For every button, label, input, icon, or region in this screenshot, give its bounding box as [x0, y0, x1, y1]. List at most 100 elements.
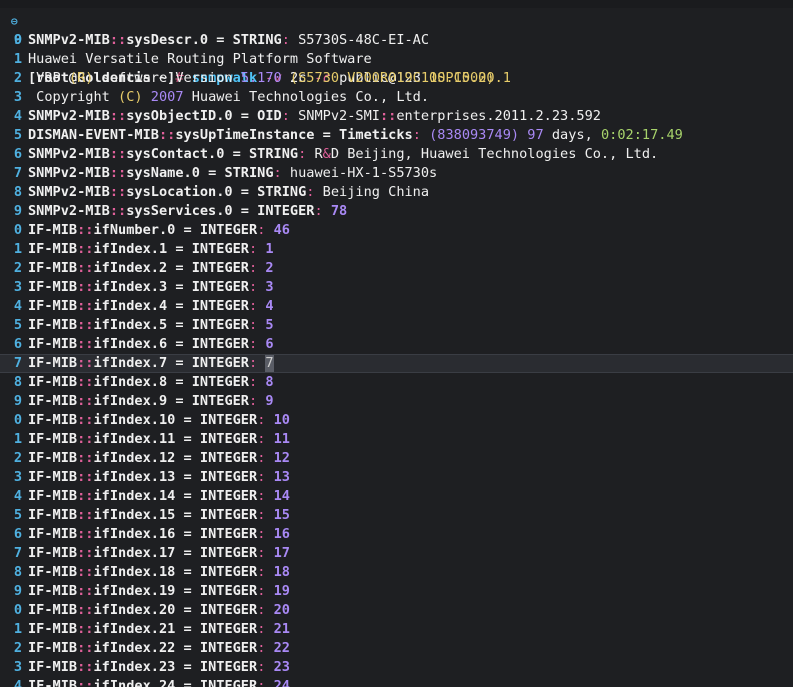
output-line: 9 SNMPv2-MIB::sysServices.0 = INTEGER: 78	[0, 202, 793, 221]
output-text: DISMAN-EVENT-MIB::sysUpTimeInstance = Ti…	[28, 126, 683, 145]
output-token: ::	[77, 336, 94, 352]
output-token: IF-MIB	[28, 412, 78, 428]
output-token: IF-MIB	[28, 583, 78, 599]
output-line: 6 IF-MIB::ifIndex.16 = INTEGER: 16	[0, 525, 793, 544]
output-token: 0:02:17.49	[600, 127, 683, 143]
output-token: =	[183, 450, 200, 466]
output-token: IF-MIB	[28, 393, 78, 409]
output-line: 6 IF-MIB::ifIndex.6 = INTEGER: 6	[0, 335, 793, 354]
output-token: ::	[77, 640, 94, 656]
output-token: 9	[265, 393, 274, 409]
output-token: INTEGER	[199, 412, 258, 428]
output-text: IF-MIB::ifIndex.11 = INTEGER: 11	[28, 430, 290, 449]
output-token: 11	[273, 431, 290, 447]
output-token: :	[412, 127, 430, 143]
output-token: ::	[77, 393, 94, 409]
output-token: :	[257, 507, 274, 523]
line-number: 7	[13, 545, 22, 561]
output-token: ifIndex.13	[93, 469, 184, 485]
output-token: IF-MIB	[28, 640, 78, 656]
output-token: 19	[273, 583, 290, 599]
output-token: =	[183, 526, 200, 542]
output-token: INTEGER	[199, 526, 258, 542]
output-token: (R)	[68, 70, 94, 86]
output-line: 0 IF-MIB::ifIndex.10 = INTEGER: 10	[0, 411, 793, 430]
output-token: :	[257, 659, 274, 675]
output-token: :	[257, 602, 274, 618]
line-number: 4	[13, 678, 22, 687]
output-token: ::	[109, 32, 127, 48]
output-token: =	[183, 659, 200, 675]
output-token: IF-MIB	[28, 241, 78, 257]
output-text: SNMPv2-MIB::sysName.0 = STRING: huawei-H…	[28, 164, 437, 183]
output-token: =	[208, 165, 225, 181]
output-token: =	[183, 488, 200, 504]
output-text: SNMPv2-MIB::sysObjectID.0 = OID: SNMPv2-…	[28, 107, 601, 126]
output-token: =	[183, 222, 200, 238]
output-token	[282, 70, 290, 86]
line-number: 6	[13, 526, 22, 542]
line-number: 4	[13, 108, 22, 124]
output-token: :	[257, 488, 274, 504]
output-text: SNMPv2-MIB::sysContact.0 = STRING: R&D B…	[28, 145, 658, 164]
output-token: :	[249, 317, 266, 333]
output-token: 16	[273, 526, 290, 542]
output-line: 7 SNMPv2-MIB::sysName.0 = STRING: huawei-…	[0, 164, 793, 183]
fold-icon[interactable]: ⊖	[11, 12, 18, 31]
output-token: INTEGER	[199, 583, 258, 599]
output-text: IF-MIB::ifIndex.12 = INTEGER: 12	[28, 449, 290, 468]
line-number: 8	[13, 184, 22, 200]
output-token: =	[175, 393, 192, 409]
output-line: 7 IF-MIB::ifIndex.7 = INTEGER: 7	[0, 354, 793, 373]
output-token: ifIndex.17	[93, 545, 184, 561]
output-token: IF-MIB	[28, 621, 78, 637]
output-token: INTEGER	[199, 545, 258, 561]
output-token: 2	[265, 260, 274, 276]
output-token: =	[183, 621, 200, 637]
output-line: 5 IF-MIB::ifIndex.5 = INTEGER: 5	[0, 316, 793, 335]
output-token: INTEGER	[191, 393, 249, 409]
output-token: :	[249, 279, 266, 295]
output-token: IF-MIB	[28, 564, 78, 580]
output-token: ::	[77, 317, 94, 333]
output-text: IF-MIB::ifIndex.24 = INTEGER: 24	[28, 677, 290, 687]
top-tab-strip: - ——————— —— —— —— ——	[0, 0, 793, 8]
output-token: :	[249, 298, 266, 314]
line-number: 4	[13, 298, 22, 314]
output-token: Huawei Technologies Co., Ltd.	[183, 89, 430, 105]
terminal-output[interactable]: 9 ⊖ [root@Goldencis ~]# snmpwalk -v 2c -…	[0, 12, 793, 687]
output-token: =	[175, 317, 192, 333]
line-number: 3	[13, 89, 22, 105]
output-token: ifIndex.12	[93, 450, 184, 466]
line-number: 3	[13, 469, 22, 485]
line-number: 1	[13, 621, 22, 637]
output-line: 1 Huawei Versatile Routing Platform Softw…	[0, 50, 793, 69]
line-number: 9	[13, 393, 22, 409]
output-line: 5 IF-MIB::ifIndex.15 = INTEGER: 15	[0, 506, 793, 525]
output-token: ifIndex.7	[93, 355, 176, 371]
output-token: IF-MIB	[28, 260, 78, 276]
output-token: ifIndex.11	[93, 431, 184, 447]
output-line: 4 IF-MIB::ifIndex.24 = INTEGER: 24	[0, 677, 793, 687]
output-token: :	[257, 412, 274, 428]
output-token: :	[257, 564, 274, 580]
output-token: INTEGER	[199, 507, 258, 523]
output-token: ifIndex.10	[93, 412, 184, 428]
output-text: IF-MIB::ifNumber.0 = INTEGER: 46	[28, 221, 290, 240]
line-number: 7	[13, 355, 22, 371]
line-number: 1	[13, 431, 22, 447]
line-number: 2	[13, 640, 22, 656]
output-token: sysServices.0	[126, 203, 241, 219]
output-token: ::	[77, 583, 94, 599]
output-token: 21	[273, 621, 290, 637]
output-token: 97	[527, 127, 544, 143]
output-token: Timeticks	[339, 127, 413, 143]
output-token: STRING	[224, 165, 274, 181]
output-token: 1	[265, 241, 274, 257]
output-token: ifIndex.1	[93, 241, 176, 257]
output-token: INTEGER	[191, 298, 249, 314]
output-token: =	[183, 640, 200, 656]
output-token: sysObjectID.0	[126, 108, 241, 124]
output-token: =	[183, 583, 200, 599]
output-text: IF-MIB::ifIndex.13 = INTEGER: 13	[28, 468, 290, 487]
